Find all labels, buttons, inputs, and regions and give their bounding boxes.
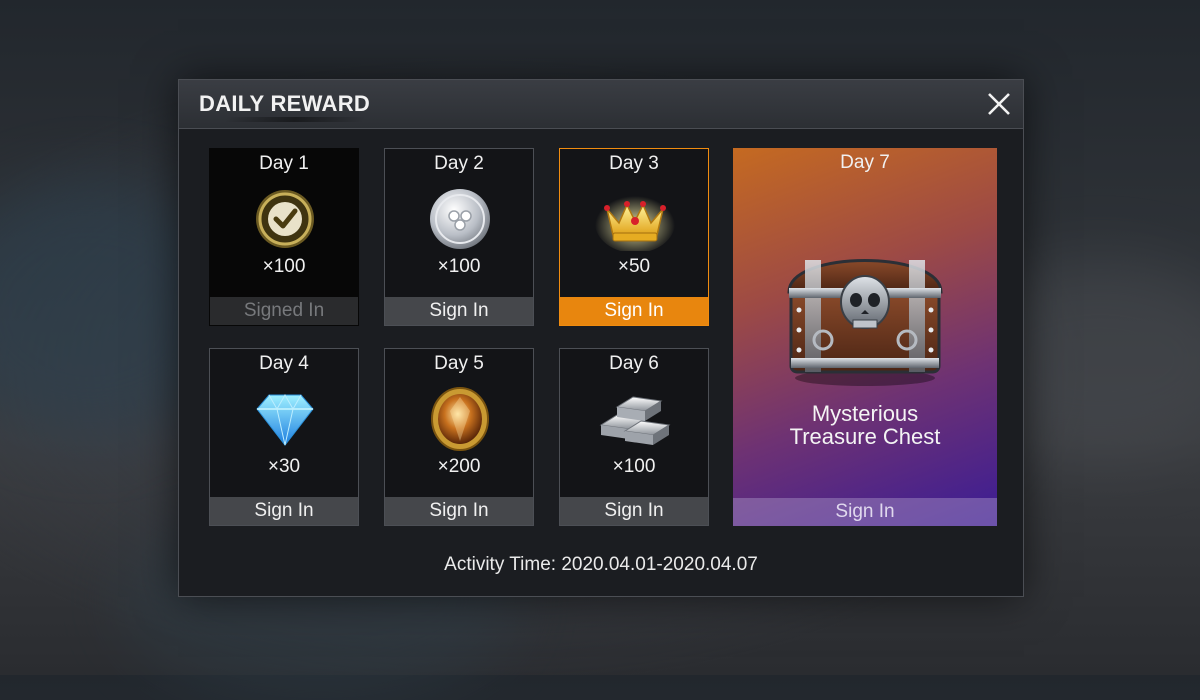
reward-quantity: ×100 [612,456,656,477]
close-button[interactable] [985,90,1013,118]
dialog-title: DAILY REWARD [199,91,371,116]
sign-in-button[interactable]: Sign In [560,297,708,325]
day-label: Day 5 [434,353,484,374]
activity-time-label: Activity Time: 2020.04.01-2020.04.07 [444,554,758,575]
silver-bars-icon [595,387,675,451]
reward-quantity: ×30 [267,456,301,477]
reward-name: Mysterious Treasure Chest [733,402,997,448]
title-underline-decoration [223,117,367,122]
reward-card-day-5: Day 5 ×200 Sign In [384,348,534,526]
day-label: Day 4 [259,353,309,374]
signed-in-button: Signed In [210,297,358,325]
treasure-chest-icon [775,230,955,390]
reward-card-day-7: Day 7 Mysterious Treasure Chest Sign In [733,148,997,526]
reward-name-line-2: Treasure Chest [789,424,941,449]
day-label: Day 1 [259,153,309,174]
close-icon [988,93,1010,115]
daily-reward-dialog: DAILY REWARD Day 1 ×100 Signed In Day 2 [178,79,1024,597]
crown-icon [595,187,675,253]
diamond-icon [245,387,325,451]
reward-quantity: ×100 [262,256,306,277]
reward-card-day-6: Day 6 ×100 Sign In [559,348,709,526]
silver-coin-icon [420,187,500,251]
day-label: Day 6 [609,353,659,374]
reward-card-day-4: Day 4 ×30 Sign In [209,348,359,526]
reward-quantity: ×50 [617,256,651,277]
day-label: Day 7 [840,152,890,173]
sign-in-button[interactable]: Sign In [733,498,997,526]
sign-in-button[interactable]: Sign In [385,297,533,325]
reward-quantity: ×200 [437,456,481,477]
reward-quantity: ×100 [437,256,481,277]
check-coin-icon [245,187,325,251]
sign-in-button[interactable]: Sign In [210,497,358,525]
dialog-header: DAILY REWARD [179,80,1023,129]
sign-in-button[interactable]: Sign In [385,497,533,525]
reward-card-day-2: Day 2 ×100 Sign In [384,148,534,326]
amber-gem-icon [420,387,500,451]
reward-name-line-1: Mysterious [811,401,919,426]
day-label: Day 2 [434,153,484,174]
day-label: Day 3 [609,153,659,174]
reward-card-day-3: Day 3 ×50 Sign In [559,148,709,326]
reward-card-day-1: Day 1 ×100 Signed In [209,148,359,326]
sign-in-button[interactable]: Sign In [560,497,708,525]
